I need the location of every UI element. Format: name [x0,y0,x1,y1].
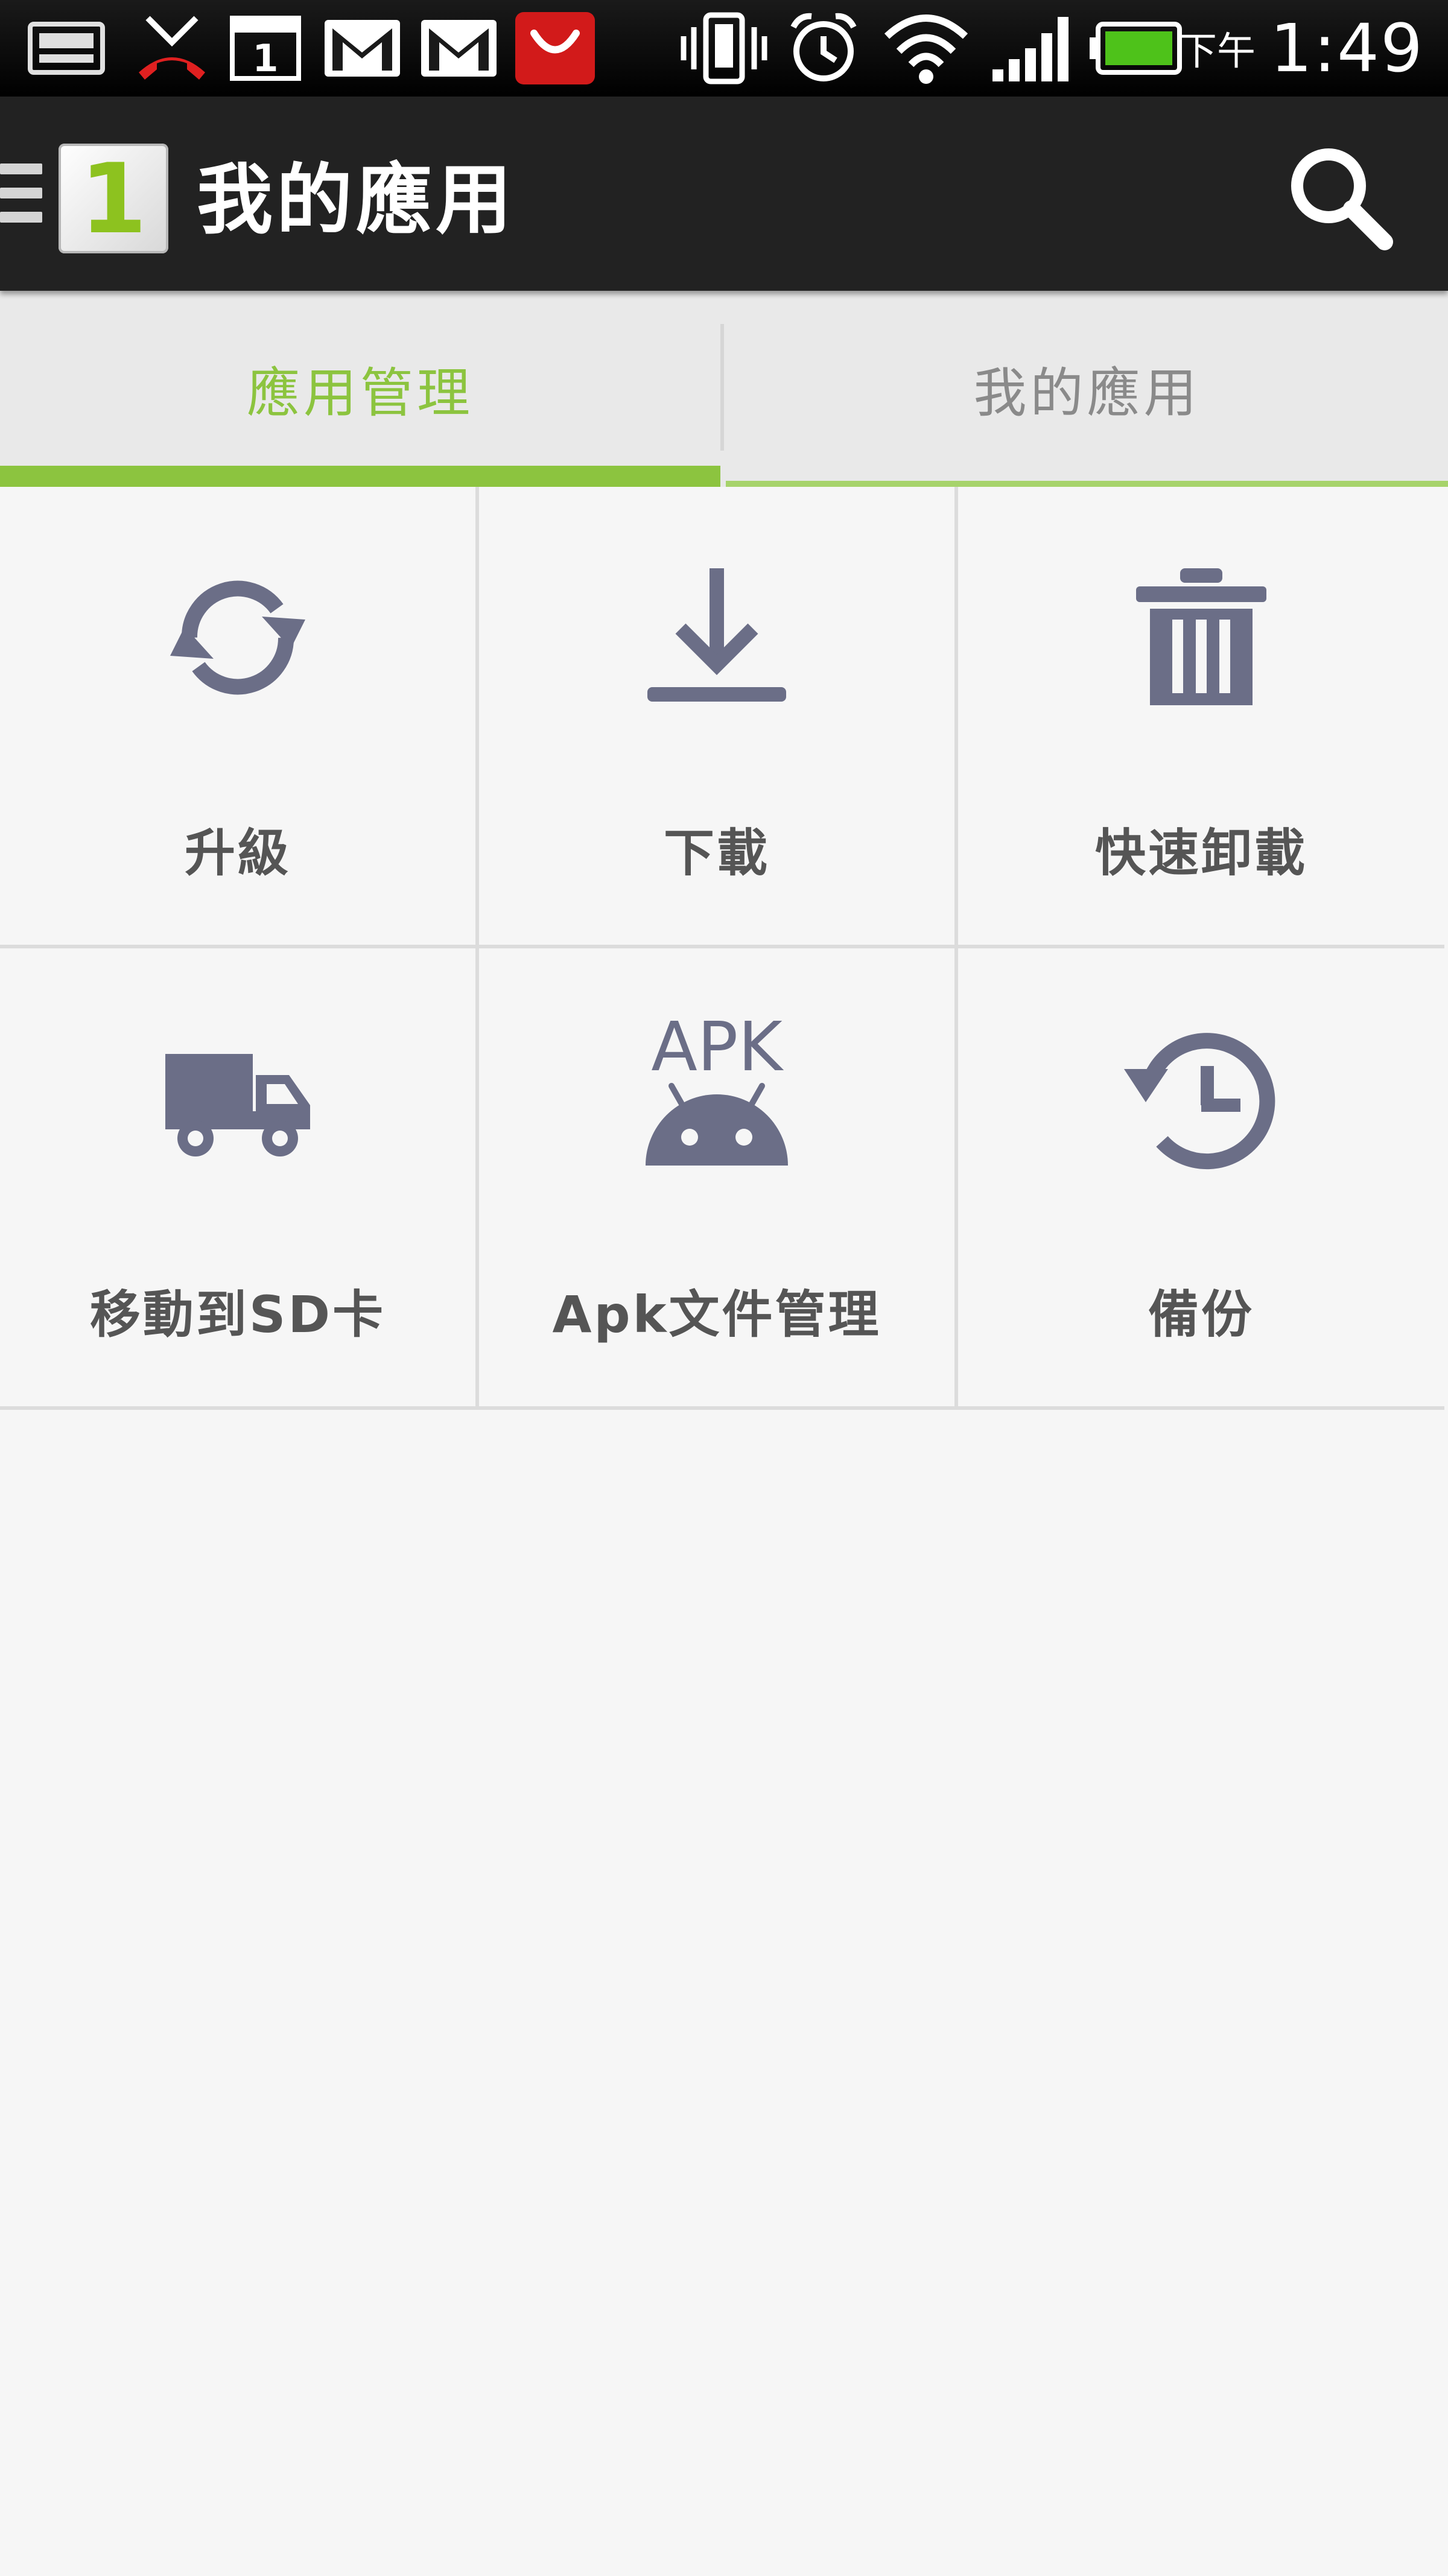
alarm-icon [784,0,863,97]
status-time: 1:49 [1269,10,1424,87]
grid-item-label: 升級 [184,823,291,883]
tab-underline [726,481,1448,487]
status-bar: 1 下午 1:49 [0,0,1448,97]
action-bar: 1 我的應用 [0,97,1448,291]
active-tab-indicator [0,466,720,487]
history-icon [958,1021,1444,1178]
battery-icon [1086,0,1183,97]
missed-call-icon [130,0,214,97]
apk-android-icon: APK [479,1021,954,1178]
grid-item-move-to-sd[interactable]: 移動到SD卡 [0,948,479,1410]
grid-item-upgrade[interactable]: 升級 [0,487,479,948]
gmail-icon [416,0,501,97]
download-icon [479,559,954,716]
grid-item-label: 快速卸載 [1094,823,1307,883]
grid-item-backup[interactable]: 備份 [958,948,1444,1410]
grid-item-label: 下載 [663,823,770,883]
grid-item-download[interactable]: 下載 [479,487,958,948]
status-ampm: 下午 [1178,30,1256,74]
status-clock: 下午 1:49 [1178,0,1424,97]
grid-item-label: Apk文件管理 [552,1285,881,1344]
page-title: 我的應用 [197,156,515,244]
tab-bar: 應用管理 我的應用 [0,291,1448,487]
vibrate-icon [679,0,769,97]
svg-text:APK: APK [651,1021,784,1087]
feature-grid: 升級 下載 快速卸載 移動到SD卡 APK Apk文件管理 備份 [0,487,1448,1410]
tab-app-management[interactable]: 應用管理 [0,291,720,487]
calendar-icon: 1 [226,0,305,97]
tab-divider [720,324,724,451]
grid-item-label: 移動到SD卡 [89,1285,386,1344]
refresh-icon [0,559,475,716]
grid-item-quick-uninstall[interactable]: 快速卸載 [958,487,1444,948]
gmail-icon [320,0,404,97]
red-app-icon [513,0,597,97]
grid-item-apk-manager[interactable]: APK Apk文件管理 [479,948,958,1410]
drawer-menu-icon[interactable] [0,163,42,224]
keyboard-icon [24,0,109,97]
svg-text:1: 1 [252,36,278,80]
app-logo[interactable]: 1 [59,142,168,255]
tab-my-apps[interactable]: 我的應用 [726,291,1448,487]
trash-icon [958,559,1444,716]
truck-icon [0,1021,475,1178]
app-logo-digit: 1 [80,142,147,255]
wifi-icon [881,0,971,97]
search-icon[interactable] [1285,142,1394,251]
grid-item-label: 備份 [1148,1285,1254,1344]
signal-icon [989,0,1074,97]
